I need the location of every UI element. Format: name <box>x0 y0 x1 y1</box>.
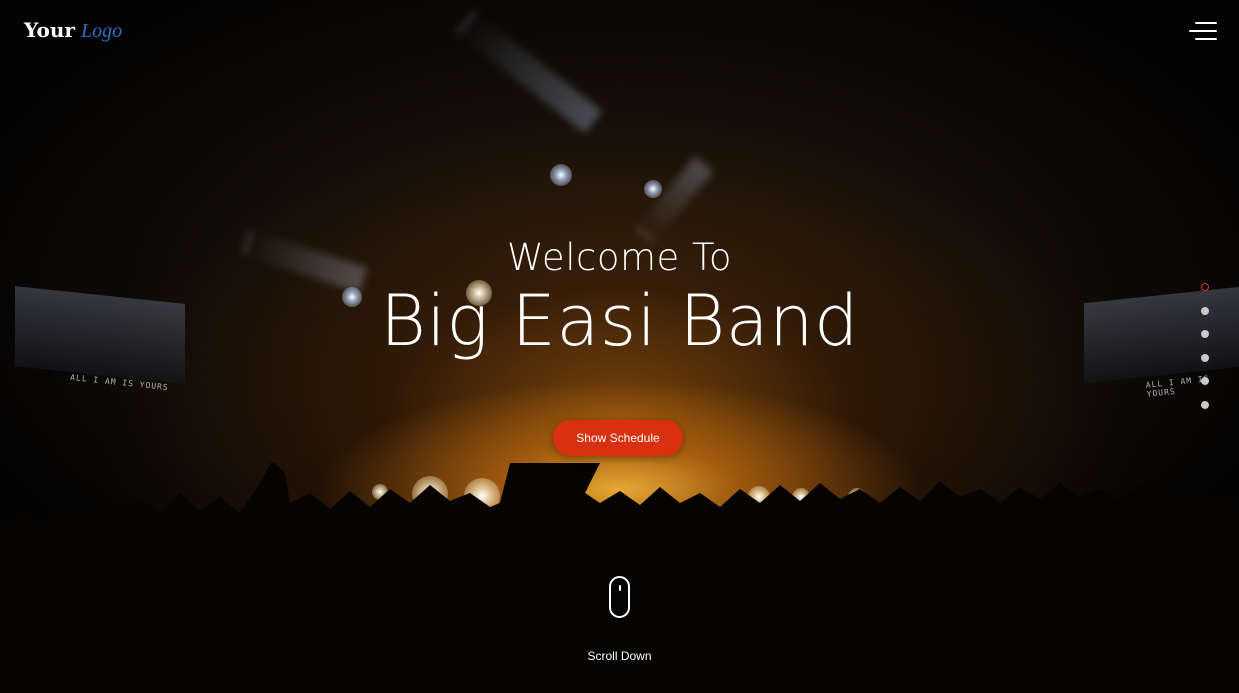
welcome-heading: Welcome To <box>507 236 732 279</box>
logo-text-secondary: Logo <box>80 20 123 42</box>
show-schedule-button[interactable]: Show Schedule <box>553 420 683 456</box>
band-name-title: Big Easi Band <box>380 280 859 362</box>
section-dot-3[interactable] <box>1201 330 1209 339</box>
section-dot-6[interactable] <box>1201 400 1209 409</box>
section-dot-2[interactable] <box>1201 306 1209 315</box>
hamburger-menu-icon[interactable] <box>1189 22 1217 42</box>
menu-bar <box>1195 38 1217 40</box>
menu-bar <box>1195 22 1217 24</box>
section-dot-1[interactable] <box>1201 283 1209 291</box>
scroll-down-label[interactable]: Scroll Down <box>0 649 1239 663</box>
site-logo[interactable]: Your Logo <box>24 18 122 43</box>
section-dot-4[interactable] <box>1201 353 1209 362</box>
screen-caption: ALL I AM IS YOURS <box>1145 374 1210 399</box>
section-dot-5[interactable] <box>1201 377 1209 386</box>
stage-light-beam <box>635 154 716 244</box>
mouse-scroll-icon[interactable] <box>609 576 630 618</box>
scroll-down-indicator: Scroll Down <box>0 576 1239 663</box>
stage-lamp <box>644 180 662 198</box>
stage-light-beam <box>456 10 605 136</box>
section-dot-navigation <box>1201 283 1211 425</box>
hero-section: ALL I AM IS YOURS ALL I AM IS YOURS Your… <box>0 0 1239 693</box>
menu-bar <box>1189 30 1217 32</box>
logo-text-primary: Your <box>24 18 75 42</box>
stage-lamp <box>550 164 572 186</box>
